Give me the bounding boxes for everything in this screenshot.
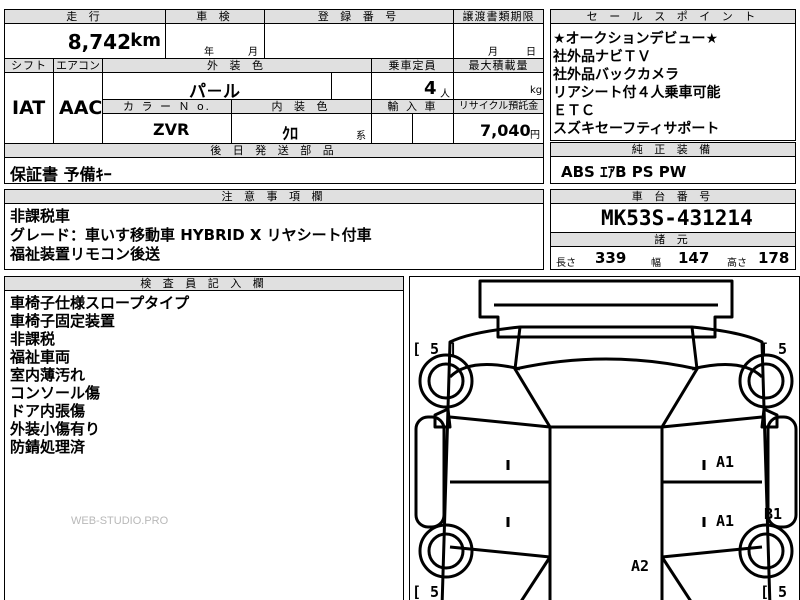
- tire-rear-right-grade: [ 5: [760, 583, 788, 600]
- sales-points-header: セ ー ル ス ポ イ ン ト: [550, 9, 796, 24]
- notes-list: 非課税車 グレード：車いす移動車 HYBRID X リヤシート付車 福祉装置リモコン…: [10, 207, 543, 264]
- sales-point-item: 社外品バックカメラ: [553, 67, 679, 83]
- inspector-note-item: 車椅子固定装置: [10, 312, 116, 330]
- interior-color-cell: ｸﾛ 系: [231, 113, 372, 144]
- shift-cell: IAT: [4, 72, 54, 144]
- interior-color-suffix: 系: [356, 131, 366, 142]
- capacity-unit: 人: [440, 89, 450, 100]
- chassis-header: 車 台 番 号: [550, 189, 796, 204]
- color-no-value: ZVR: [153, 120, 190, 139]
- import-cell-1: [371, 113, 413, 144]
- import-cell-2: [412, 113, 454, 144]
- inspector-note-item: 外装小傷有り: [10, 420, 101, 438]
- dimensions-header: 諸 元: [550, 232, 796, 247]
- exterior-color-cell: パ－ル: [102, 72, 332, 102]
- recycle-fee-unit: 円: [530, 130, 540, 141]
- mark-rear-door-right: A1: [716, 453, 735, 471]
- shift-header: シフト: [4, 58, 54, 73]
- inspector-box: 車椅子仕様スロープタイプ 車椅子固定装置 非課税 福祉車両 室内薄汚れ コンソール傷 ドア内…: [4, 290, 404, 600]
- inspector-note-item: ドア内張傷: [10, 402, 86, 420]
- aircon-cell: AAC: [53, 72, 103, 144]
- max-load-unit: kg: [530, 85, 543, 96]
- inspector-note-item: 非課税: [10, 330, 56, 348]
- inspector-note-item: 室内薄汚れ: [10, 366, 86, 384]
- inspector-note-item: 福祉車両: [10, 348, 71, 366]
- aircon-header: エアコン: [53, 58, 103, 73]
- inspection-month-unit: 月: [248, 47, 258, 58]
- aircon-value: AAC: [59, 97, 103, 119]
- sales-point-item: スズキセーフティサポート: [553, 121, 720, 137]
- car-outline: [414, 279, 798, 600]
- exterior-color-header: 外 装 色: [102, 58, 372, 73]
- car-diagram: [ 5 ] [ 5 [ 5 [ 5 A1 A1 B1 A2: [409, 276, 800, 600]
- recycle-fee-header: リサイクル預託金: [453, 99, 544, 114]
- width-value: 147: [678, 249, 710, 267]
- length-label: 長さ: [556, 258, 576, 269]
- exterior-color-extra-cell: [331, 72, 372, 100]
- sales-points-list: ★オークションデビュー★ 社外品ナビＴＶ 社外品バックカメラリアシート付４人乗車可能…: [553, 30, 795, 138]
- transfer-deadline-cell: 月 日: [453, 23, 544, 59]
- notes-header: 注 意 事 項 欄: [4, 189, 544, 204]
- inspector-header: 検 査 員 記 入 欄: [4, 276, 404, 291]
- sales-points-box: ★オークションデビュー★ 社外品ナビＴＶ 社外品バックカメラリアシート付４人乗車可能…: [550, 23, 796, 141]
- inspector-note-item: 防錆処理済: [10, 438, 86, 456]
- recycle-fee-cell: 7,040 円: [453, 113, 544, 144]
- max-load-header: 最大積載量: [453, 58, 544, 73]
- chassis-number: MK53S-431214: [601, 206, 753, 230]
- interior-color-value: ｸﾛ: [282, 124, 299, 143]
- inspection-cell: 年 月: [165, 23, 265, 59]
- height-label: 高さ: [727, 258, 747, 269]
- equipment-value: ABS ｴｱB PS PW: [561, 163, 687, 181]
- inspector-note-item: 車椅子仕様スロープタイプ: [10, 294, 190, 312]
- inspector-note-item: コンソール傷: [10, 384, 101, 402]
- mark-side-right: B1: [764, 505, 783, 523]
- tire-front-right-grade: [ 5: [760, 340, 788, 358]
- color-no-header: カ ラ ー Ｎ o.: [102, 99, 232, 114]
- tire-front-left-grade: [ 5 ]: [412, 340, 458, 358]
- sales-point-item: リアシート付４人乗車可能: [553, 85, 721, 101]
- later-parts-header: 後 日 発 送 部 品: [4, 143, 544, 158]
- capacity-value: 4: [424, 78, 437, 99]
- mark-roof-rear: A2: [631, 557, 650, 575]
- dimensions-box: 長さ 339 幅 147 高さ 178: [550, 246, 796, 270]
- width-label: 幅: [651, 258, 661, 269]
- sales-point-item: 社外品ナビＴＶ: [553, 49, 651, 65]
- mileage-cell: 8,742 km: [4, 23, 166, 59]
- transfer-month-unit: 月: [488, 47, 498, 58]
- tire-rear-left-grade: [ 5: [412, 583, 440, 600]
- inspection-year-unit: 年: [204, 47, 214, 58]
- capacity-header: 乗車定員: [371, 58, 454, 73]
- capacity-cell: 4 人: [371, 72, 454, 100]
- inspector-list: 車椅子仕様スロープタイプ 車椅子固定装置 非課税 福祉車両 室内薄汚れ コンソール傷 ドア内…: [10, 294, 403, 456]
- note-item: 福祉装置リモコン後送: [10, 245, 161, 263]
- note-item: グレード：車いす移動車 HYBRID X リヤシート付車: [10, 226, 372, 244]
- later-parts-value: 保証書 予備ｷｰ: [10, 165, 112, 184]
- transfer-deadline-header: 譲渡書類期限: [453, 9, 544, 24]
- chassis-box: MK53S-431214: [550, 203, 796, 233]
- mark-front-door-right: A1: [716, 512, 735, 530]
- color-no-cell: ZVR: [102, 113, 232, 144]
- mileage-header: 走 行: [4, 9, 166, 24]
- note-item: 非課税車: [10, 207, 71, 225]
- height-value: 178: [758, 249, 790, 267]
- sales-point-item: ★オークションデビュー★: [553, 31, 719, 47]
- registration-cell: [264, 23, 454, 59]
- transfer-day-unit: 日: [526, 47, 536, 58]
- inspection-header: 車 検: [165, 9, 265, 24]
- sales-point-item: ＥＴＣ: [553, 103, 595, 119]
- import-header: 輸 入 車: [371, 99, 454, 114]
- mileage-unit: km: [130, 30, 161, 51]
- notes-box: 非課税車 グレード：車いす移動車 HYBRID X リヤシート付車 福祉装置リモコン…: [4, 203, 544, 270]
- registration-header: 登 録 番 号: [264, 9, 454, 24]
- later-parts-cell: 保証書 予備ｷｰ: [4, 157, 544, 184]
- length-value: 339: [595, 249, 627, 267]
- interior-color-header: 内 装 色: [231, 99, 372, 114]
- watermark: WEB-STUDIO.PRO: [71, 515, 169, 527]
- equipment-header: 純 正 装 備: [550, 142, 796, 157]
- mileage-value: 8,742: [67, 30, 131, 54]
- max-load-cell: kg: [453, 72, 544, 100]
- shift-value: IAT: [12, 97, 46, 119]
- equipment-box: ABS ｴｱB PS PW: [550, 156, 796, 184]
- recycle-fee-value: 7,040: [480, 121, 531, 140]
